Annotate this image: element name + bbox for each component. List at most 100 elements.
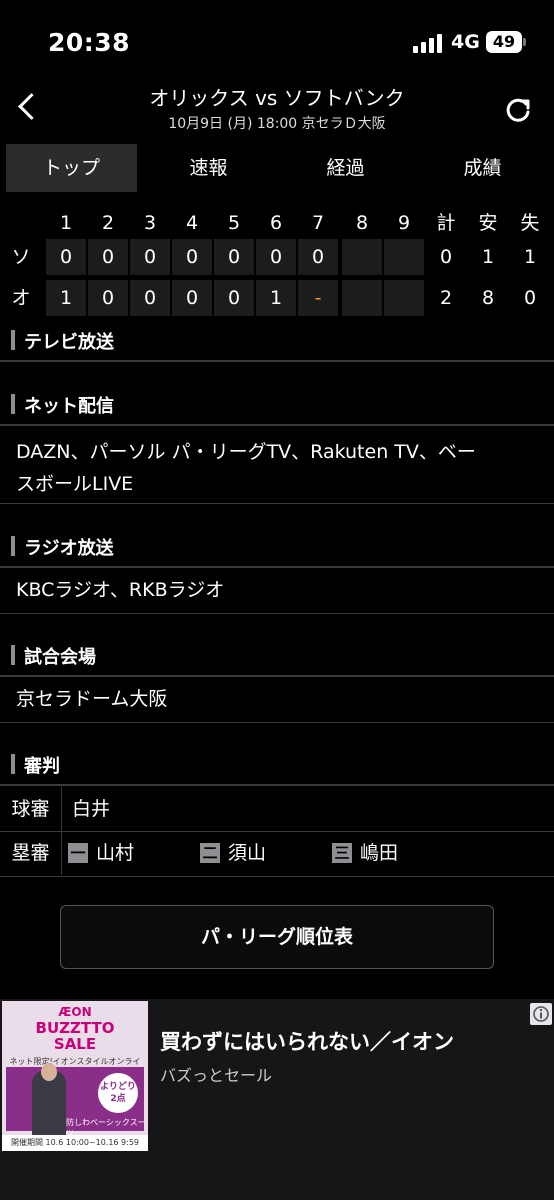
third-base-badge: 三 xyxy=(332,843,352,863)
section-title: 審判 xyxy=(24,756,60,777)
network-type: 4G xyxy=(451,31,480,53)
inning-score: 0 xyxy=(172,239,212,275)
inning-score: 0 xyxy=(298,239,338,275)
hits-total: 8 xyxy=(481,287,495,309)
scoreboard-row-away: ソ0000000011 xyxy=(0,239,554,275)
scoreboard-row-home: オ100001-280 xyxy=(0,280,554,316)
refresh-icon[interactable] xyxy=(500,92,536,128)
runs-total: 2 xyxy=(439,287,453,309)
inning-score: 0 xyxy=(214,280,254,316)
status-time: 20:38 xyxy=(48,28,131,57)
inning-score xyxy=(384,239,424,275)
errors-total: 1 xyxy=(523,246,537,268)
scoreboard-col-header: 失 xyxy=(520,212,540,234)
team-label: オ xyxy=(11,287,31,309)
ad-image[interactable]: ÆON BUZZTTO SALE ネット限定!イオンスタイルオンラインで開催! … xyxy=(2,1001,148,1151)
inning-score: 0 xyxy=(46,239,86,275)
umpire-chief-label: 球審 xyxy=(0,787,62,831)
ad-model-head xyxy=(41,1063,57,1081)
section-title: テレビ放送 xyxy=(24,332,114,353)
first-base-umpire: 山村 xyxy=(96,842,135,864)
ad-period: 開催期間 10.6 10:00~10.16 9:59 xyxy=(2,1135,148,1151)
section-umpire: 審判 xyxy=(0,742,554,786)
team-label: ソ xyxy=(11,246,31,268)
divider xyxy=(0,876,554,877)
scoreboard-col-header: 安 xyxy=(478,212,498,234)
runs-total: 0 xyxy=(439,246,453,268)
scoreboard-col-header: 9 xyxy=(397,212,411,234)
battery-cap xyxy=(523,38,526,46)
divider xyxy=(0,613,554,614)
inning-score: 0 xyxy=(172,280,212,316)
ad-offer-line: よりどり xyxy=(100,1082,136,1092)
umpire-chief-row: 球審 白井 xyxy=(0,787,554,831)
section-marker xyxy=(11,394,15,414)
ad-subtitle: バズっとセール xyxy=(160,1066,273,1085)
scoreboard-col-header: 3 xyxy=(143,212,157,234)
scoreboard-col-header: 5 xyxy=(227,212,241,234)
section-radio: ラジオ放送 xyxy=(0,524,554,568)
section-venue: 試合会場 xyxy=(0,633,554,677)
ad-offer-badge: よりどり 2点 xyxy=(98,1073,138,1113)
venue-name: 京セラドーム大阪 xyxy=(16,688,168,710)
ad-headline: BUZZTTO SALE xyxy=(2,1020,148,1052)
ad-brand-logo: ÆON xyxy=(58,1005,92,1019)
umpire-chief-name: 白井 xyxy=(72,798,111,820)
section-marker xyxy=(11,645,15,665)
inning-score: 0 xyxy=(130,280,170,316)
inning-score: 0 xyxy=(88,239,128,275)
scoreboard-col-header: 6 xyxy=(269,212,283,234)
umpire-base-label: 塁審 xyxy=(0,831,62,875)
radio-list: KBCラジオ、RKBラジオ xyxy=(16,579,225,601)
section-marker xyxy=(11,330,15,350)
tab-stats[interactable]: 成績 xyxy=(417,144,548,192)
ad-title[interactable]: 買わずにはいられない／イオン xyxy=(160,1026,454,1056)
ad-offer-line: 2点 xyxy=(110,1094,126,1104)
second-base-badge: 二 xyxy=(200,843,220,863)
game-subtitle: 10月9日 (月) 18:00 京セラＤ大阪 xyxy=(168,116,386,132)
hits-total: 1 xyxy=(481,246,495,268)
section-net: ネット配信 xyxy=(0,382,554,426)
net-line: DAZN、パーソル パ・リーグTV、Rakuten TV、ベー xyxy=(16,441,476,463)
section-marker xyxy=(11,536,15,556)
section-tv: テレビ放送 xyxy=(0,318,554,362)
net-line: スボールLIVE xyxy=(16,473,134,495)
net-stream-list: DAZN、パーソル パ・リーグTV、Rakuten TV、ベー スボールLIVE xyxy=(16,436,546,500)
umpire-base-row: 塁審 一 山村 二 須山 三 嶋田 xyxy=(0,831,554,875)
scoreboard-col-header: 計 xyxy=(436,212,456,234)
section-title: 試合会場 xyxy=(24,647,96,668)
ad-headline-line: SALE xyxy=(53,1035,97,1053)
section-title: ラジオ放送 xyxy=(24,538,114,559)
inning-score: 1 xyxy=(256,280,296,316)
inning-score xyxy=(342,239,382,275)
inning-score xyxy=(384,280,424,316)
status-bar: 20:38 4G 49 xyxy=(0,0,554,72)
scoreboard-col-header: 2 xyxy=(101,212,115,234)
tab-progress[interactable]: 経過 xyxy=(280,144,411,192)
scoreboard-col-header: 7 xyxy=(311,212,325,234)
scoreboard-col-header: 8 xyxy=(355,212,369,234)
section-marker xyxy=(11,754,15,774)
inning-score: 1 xyxy=(46,280,86,316)
errors-total: 0 xyxy=(523,287,537,309)
ad-headline-line: BUZZTTO xyxy=(35,1019,115,1037)
scoreboard-col-header: 4 xyxy=(185,212,199,234)
tab-live[interactable]: 速報 xyxy=(143,144,274,192)
game-title: オリックス vs ソフトバンク xyxy=(149,86,405,110)
battery-icon: 49 xyxy=(486,31,522,53)
scoreboard-col-header: 1 xyxy=(59,212,73,234)
inning-score: - xyxy=(298,280,338,316)
inning-score: 0 xyxy=(88,280,128,316)
tab-top[interactable]: トップ xyxy=(6,144,137,192)
divider xyxy=(0,503,554,504)
adchoices-icon[interactable] xyxy=(530,1003,552,1025)
inning-score xyxy=(342,280,382,316)
inning-score: 0 xyxy=(214,239,254,275)
scoreboard-header: 1 2 3 4 5 6 7 8 9 計安失 xyxy=(0,205,554,241)
inning-score: 0 xyxy=(256,239,296,275)
second-base-umpire: 須山 xyxy=(228,842,267,864)
section-title: ネット配信 xyxy=(24,396,114,417)
standings-button[interactable]: パ・リーグ順位表 xyxy=(60,905,494,969)
tab-bar: トップ 速報 経過 成績 xyxy=(6,144,548,192)
first-base-badge: 一 xyxy=(68,843,88,863)
